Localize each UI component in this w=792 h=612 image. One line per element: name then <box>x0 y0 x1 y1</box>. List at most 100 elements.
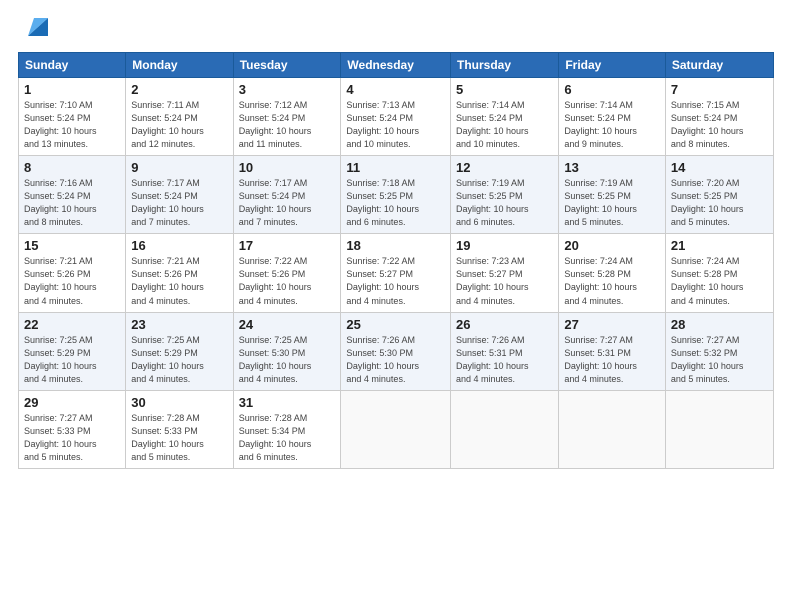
calendar-cell: 24 Sunrise: 7:25 AM Sunset: 5:30 PM Dayli… <box>233 312 341 390</box>
day-number: 18 <box>346 238 445 253</box>
day-number: 13 <box>564 160 660 175</box>
calendar-header-monday: Monday <box>126 53 233 78</box>
day-number: 23 <box>131 317 227 332</box>
day-info: Sunrise: 7:21 AM Sunset: 5:26 PM Dayligh… <box>24 255 120 307</box>
calendar-cell: 19Sunrise: 7:23 AM Sunset: 5:27 PM Dayli… <box>451 234 559 312</box>
calendar-header-row: SundayMondayTuesdayWednesdayThursdayFrid… <box>19 53 774 78</box>
day-info: Sunrise: 7:17 AM Sunset: 5:24 PM Dayligh… <box>131 177 227 229</box>
day-info: Sunrise: 7:19 AM Sunset: 5:25 PM Dayligh… <box>564 177 660 229</box>
day-info: Sunrise: 7:18 AM Sunset: 5:25 PM Dayligh… <box>346 177 445 229</box>
day-number: 8 <box>24 160 120 175</box>
calendar-cell <box>341 390 451 468</box>
day-number: 4 <box>346 82 445 97</box>
calendar-cell: 15 Sunrise: 7:21 AM Sunset: 5:26 PM Dayli… <box>19 234 126 312</box>
calendar-cell: 7Sunrise: 7:15 AM Sunset: 5:24 PM Daylig… <box>665 78 773 156</box>
calendar-cell: 23 Sunrise: 7:25 AM Sunset: 5:29 PM Dayli… <box>126 312 233 390</box>
calendar-cell: 14 Sunrise: 7:20 AM Sunset: 5:25 PM Dayli… <box>665 156 773 234</box>
day-number: 31 <box>239 395 336 410</box>
day-number: 9 <box>131 160 227 175</box>
calendar-week-row: 15 Sunrise: 7:21 AM Sunset: 5:26 PM Dayli… <box>19 234 774 312</box>
day-info: Sunrise: 7:22 AM Sunset: 5:26 PM Dayligh… <box>239 255 336 307</box>
day-number: 5 <box>456 82 553 97</box>
header <box>18 18 774 42</box>
calendar-cell <box>451 390 559 468</box>
day-number: 30 <box>131 395 227 410</box>
calendar-cell: 28 Sunrise: 7:27 AM Sunset: 5:32 PM Dayli… <box>665 312 773 390</box>
day-number: 17 <box>239 238 336 253</box>
day-info: Sunrise: 7:25 AM Sunset: 5:29 PM Dayligh… <box>131 334 227 386</box>
day-info: Sunrise: 7:14 AM Sunset: 5:24 PM Dayligh… <box>564 99 660 151</box>
calendar-cell: 13 Sunrise: 7:19 AM Sunset: 5:25 PM Dayli… <box>559 156 666 234</box>
day-number: 10 <box>239 160 336 175</box>
day-info: Sunrise: 7:20 AM Sunset: 5:25 PM Dayligh… <box>671 177 768 229</box>
calendar-week-row: 29 Sunrise: 7:27 AM Sunset: 5:33 PM Dayli… <box>19 390 774 468</box>
page: SundayMondayTuesdayWednesdayThursdayFrid… <box>0 0 792 612</box>
calendar-cell <box>559 390 666 468</box>
calendar-header-sunday: Sunday <box>19 53 126 78</box>
day-info: Sunrise: 7:26 AM Sunset: 5:31 PM Dayligh… <box>456 334 553 386</box>
day-number: 11 <box>346 160 445 175</box>
calendar-cell: 10 Sunrise: 7:17 AM Sunset: 5:24 PM Dayli… <box>233 156 341 234</box>
day-number: 6 <box>564 82 660 97</box>
day-info: Sunrise: 7:25 AM Sunset: 5:30 PM Dayligh… <box>239 334 336 386</box>
day-number: 26 <box>456 317 553 332</box>
day-number: 20 <box>564 238 660 253</box>
calendar-cell: 25 Sunrise: 7:26 AM Sunset: 5:30 PM Dayli… <box>341 312 451 390</box>
day-info: Sunrise: 7:14 AM Sunset: 5:24 PM Dayligh… <box>456 99 553 151</box>
day-info: Sunrise: 7:28 AM Sunset: 5:34 PM Dayligh… <box>239 412 336 464</box>
day-info: Sunrise: 7:24 AM Sunset: 5:28 PM Dayligh… <box>671 255 768 307</box>
calendar-cell: 20 Sunrise: 7:24 AM Sunset: 5:28 PM Dayli… <box>559 234 666 312</box>
logo-icon <box>20 14 48 42</box>
day-number: 14 <box>671 160 768 175</box>
day-info: Sunrise: 7:21 AM Sunset: 5:26 PM Dayligh… <box>131 255 227 307</box>
calendar-cell: 5 Sunrise: 7:14 AM Sunset: 5:24 PM Daylig… <box>451 78 559 156</box>
calendar-cell: 29 Sunrise: 7:27 AM Sunset: 5:33 PM Dayli… <box>19 390 126 468</box>
day-info: Sunrise: 7:16 AM Sunset: 5:24 PM Dayligh… <box>24 177 120 229</box>
day-info: Sunrise: 7:13 AM Sunset: 5:24 PM Dayligh… <box>346 99 445 151</box>
calendar-cell: 30 Sunrise: 7:28 AM Sunset: 5:33 PM Dayli… <box>126 390 233 468</box>
calendar-cell: 16 Sunrise: 7:21 AM Sunset: 5:26 PM Dayli… <box>126 234 233 312</box>
calendar-cell: 8 Sunrise: 7:16 AM Sunset: 5:24 PM Daylig… <box>19 156 126 234</box>
day-number: 16 <box>131 238 227 253</box>
day-info: Sunrise: 7:27 AM Sunset: 5:32 PM Dayligh… <box>671 334 768 386</box>
day-number: 28 <box>671 317 768 332</box>
logo-area <box>18 18 48 42</box>
calendar-week-row: 1 Sunrise: 7:10 AM Sunset: 5:24 PM Daylig… <box>19 78 774 156</box>
day-info: Sunrise: 7:10 AM Sunset: 5:24 PM Dayligh… <box>24 99 120 151</box>
day-number: 15 <box>24 238 120 253</box>
day-number: 12 <box>456 160 553 175</box>
calendar-table: SundayMondayTuesdayWednesdayThursdayFrid… <box>18 52 774 469</box>
calendar-cell: 4 Sunrise: 7:13 AM Sunset: 5:24 PM Daylig… <box>341 78 451 156</box>
day-number: 19 <box>456 238 553 253</box>
day-info: Sunrise: 7:26 AM Sunset: 5:30 PM Dayligh… <box>346 334 445 386</box>
day-number: 25 <box>346 317 445 332</box>
day-info: Sunrise: 7:17 AM Sunset: 5:24 PM Dayligh… <box>239 177 336 229</box>
calendar-cell: 18Sunrise: 7:22 AM Sunset: 5:27 PM Dayli… <box>341 234 451 312</box>
day-number: 27 <box>564 317 660 332</box>
calendar-header-saturday: Saturday <box>665 53 773 78</box>
day-number: 3 <box>239 82 336 97</box>
day-number: 24 <box>239 317 336 332</box>
day-info: Sunrise: 7:11 AM Sunset: 5:24 PM Dayligh… <box>131 99 227 151</box>
calendar-header-wednesday: Wednesday <box>341 53 451 78</box>
calendar-cell <box>665 390 773 468</box>
calendar-cell: 31 Sunrise: 7:28 AM Sunset: 5:34 PM Dayli… <box>233 390 341 468</box>
calendar-cell: 6 Sunrise: 7:14 AM Sunset: 5:24 PM Daylig… <box>559 78 666 156</box>
calendar-cell: 1 Sunrise: 7:10 AM Sunset: 5:24 PM Daylig… <box>19 78 126 156</box>
calendar-cell: 11 Sunrise: 7:18 AM Sunset: 5:25 PM Dayli… <box>341 156 451 234</box>
day-info: Sunrise: 7:15 AM Sunset: 5:24 PM Dayligh… <box>671 99 768 151</box>
calendar-cell: 9 Sunrise: 7:17 AM Sunset: 5:24 PM Daylig… <box>126 156 233 234</box>
calendar-week-row: 8 Sunrise: 7:16 AM Sunset: 5:24 PM Daylig… <box>19 156 774 234</box>
day-number: 21 <box>671 238 768 253</box>
calendar-header-thursday: Thursday <box>451 53 559 78</box>
day-info: Sunrise: 7:28 AM Sunset: 5:33 PM Dayligh… <box>131 412 227 464</box>
day-number: 29 <box>24 395 120 410</box>
day-number: 1 <box>24 82 120 97</box>
day-number: 2 <box>131 82 227 97</box>
day-info: Sunrise: 7:27 AM Sunset: 5:33 PM Dayligh… <box>24 412 120 464</box>
day-info: Sunrise: 7:27 AM Sunset: 5:31 PM Dayligh… <box>564 334 660 386</box>
day-info: Sunrise: 7:24 AM Sunset: 5:28 PM Dayligh… <box>564 255 660 307</box>
calendar-week-row: 22Sunrise: 7:25 AM Sunset: 5:29 PM Dayli… <box>19 312 774 390</box>
calendar-cell: 17 Sunrise: 7:22 AM Sunset: 5:26 PM Dayli… <box>233 234 341 312</box>
calendar-cell: 3Sunrise: 7:12 AM Sunset: 5:24 PM Daylig… <box>233 78 341 156</box>
